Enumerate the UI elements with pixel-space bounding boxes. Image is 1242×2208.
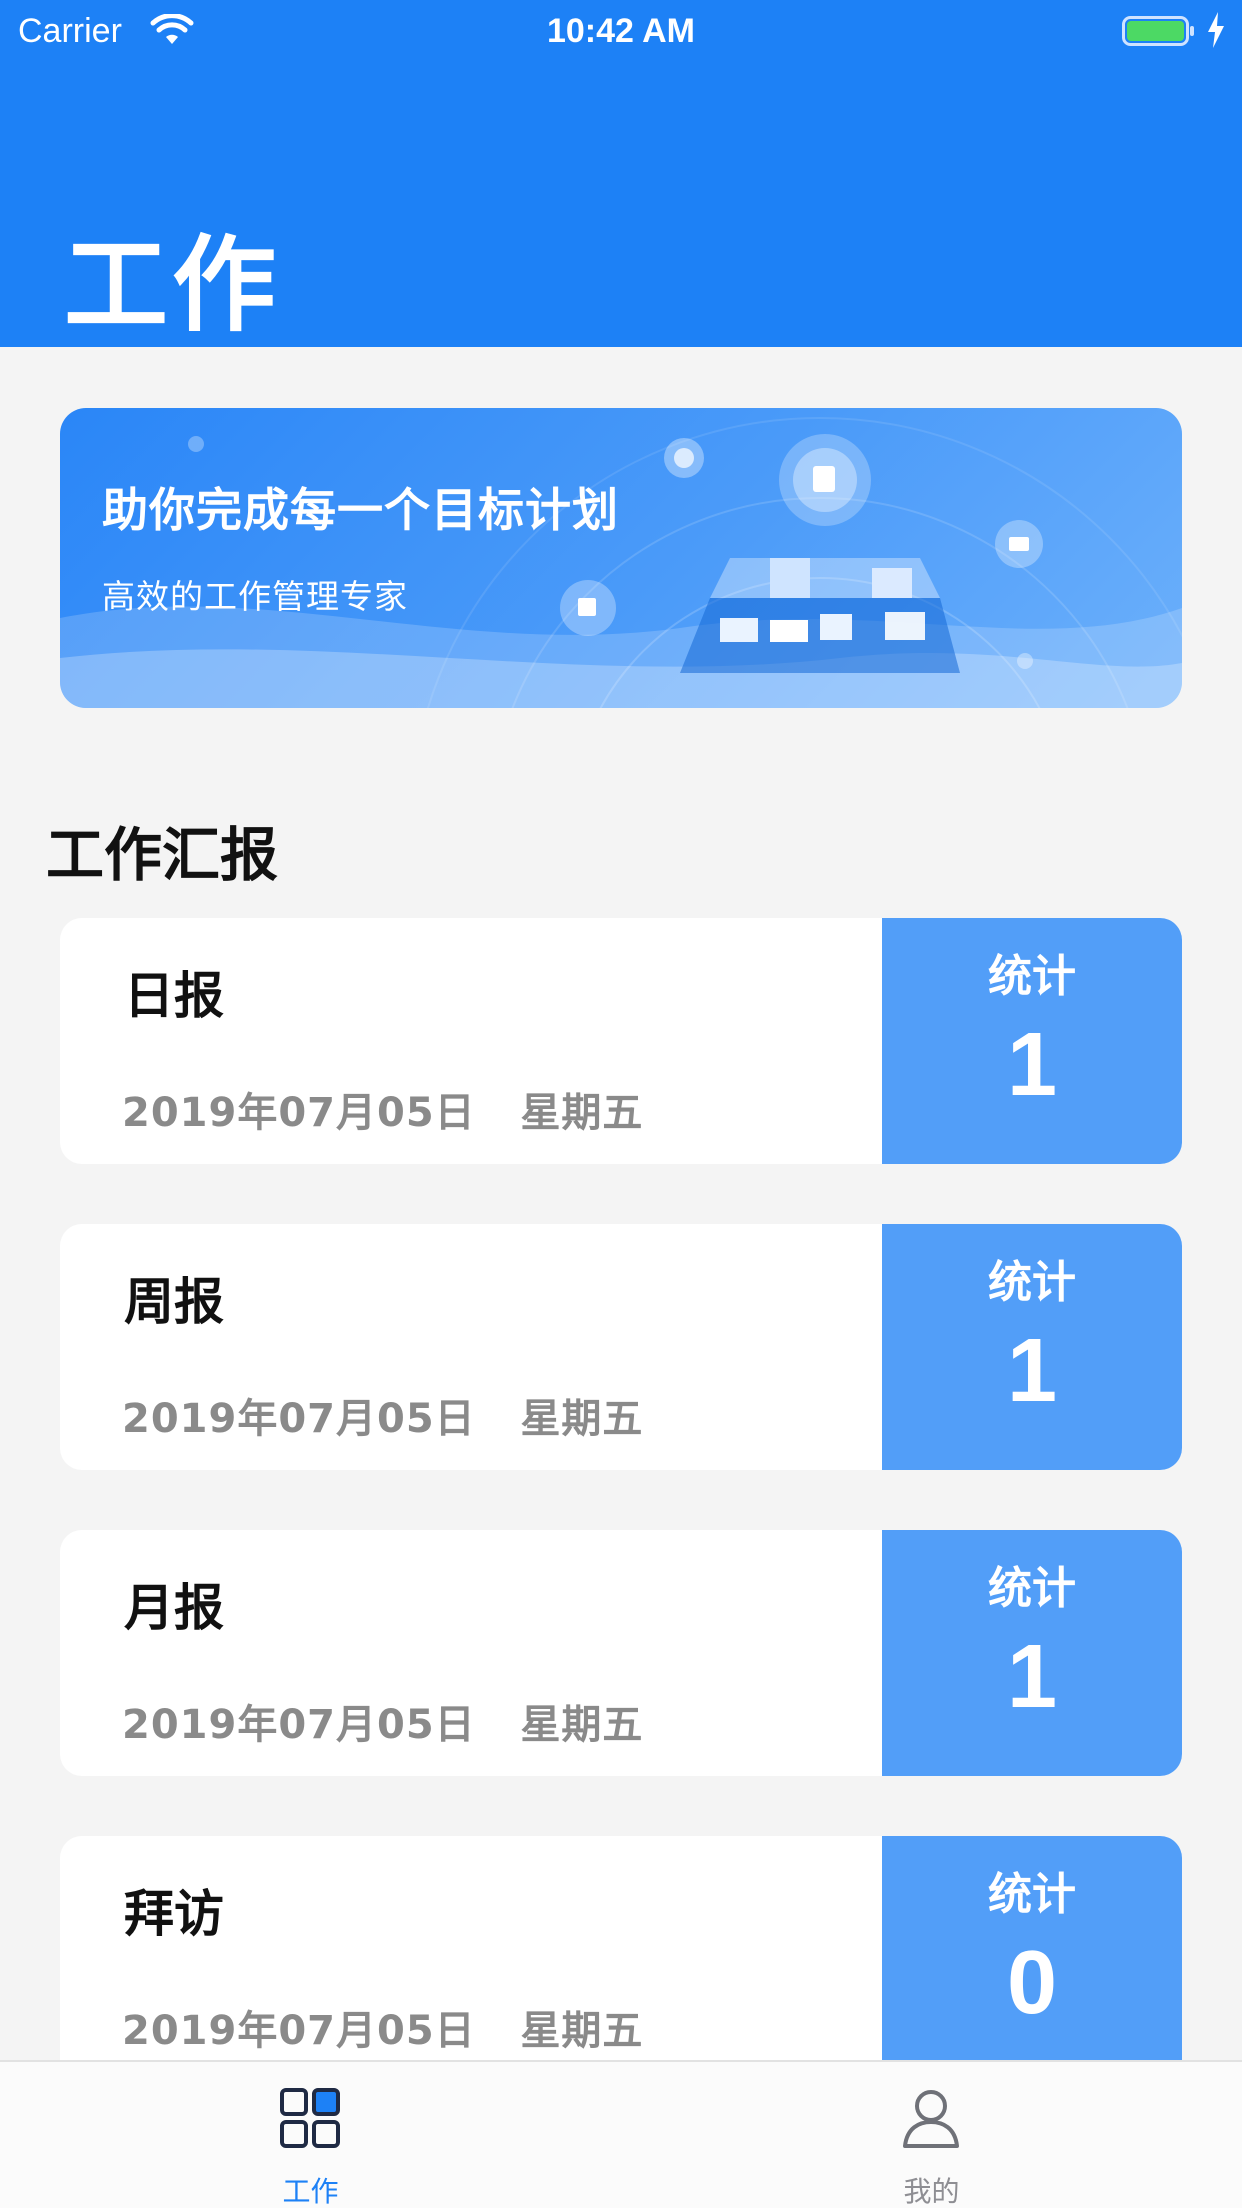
banner-subtitle: 高效的工作管理专家	[102, 577, 408, 616]
stat-value: 1	[1006, 1321, 1058, 1421]
report-name: 月报	[124, 1579, 224, 1637]
battery-icon	[1122, 16, 1194, 46]
section-title: 工作汇报	[46, 821, 279, 889]
report-card-monthly[interactable]: 月报 2019年07月05日 星期五 统计 1	[60, 1530, 1182, 1776]
clock: 10:42 AM	[546, 12, 696, 50]
report-date: 2019年07月05日 星期五	[122, 2008, 644, 2054]
page-title: 工作	[64, 224, 281, 346]
report-name: 拜访	[124, 1885, 224, 1943]
stat-panel[interactable]: 统计 1	[882, 918, 1182, 1164]
report-date: 2019年07月05日 星期五	[122, 1090, 644, 1136]
tab-me[interactable]: 我的	[621, 2062, 1242, 2208]
person-icon	[903, 2090, 959, 2148]
stat-label: 统计	[988, 1869, 1076, 1920]
tab-label: 我的	[903, 2175, 960, 2208]
report-name: 日报	[124, 967, 224, 1025]
report-date: 2019年07月05日 星期五	[122, 1396, 644, 1442]
tab-label: 工作	[282, 2175, 339, 2208]
report-card-weekly[interactable]: 周报 2019年07月05日 星期五 统计 1	[60, 1224, 1182, 1470]
report-name: 周报	[124, 1273, 224, 1331]
report-card-visit[interactable]: 拜访 2019年07月05日 星期五 统计 0	[60, 1836, 1182, 2082]
promo-banner[interactable]: 助你完成每一个目标计划 高效的工作管理专家	[60, 408, 1182, 708]
tab-bar: 工作 我的	[0, 2060, 1242, 2208]
stat-panel[interactable]: 统计 1	[882, 1530, 1182, 1776]
stat-label: 统计	[988, 1257, 1076, 1308]
banner-headline: 助你完成每一个目标计划	[102, 483, 619, 537]
stat-label: 统计	[988, 1563, 1076, 1614]
header: Carrier 10:42 AM 工作	[0, 0, 1242, 347]
report-date: 2019年07月05日 星期五	[122, 1702, 644, 1748]
status-bar: Carrier 10:42 AM	[0, 0, 1242, 62]
stat-panel[interactable]: 统计 1	[882, 1224, 1182, 1470]
stat-value: 1	[1006, 1627, 1058, 1727]
banner-illustration	[60, 417, 1182, 708]
stat-panel[interactable]: 统计 0	[882, 1836, 1182, 2082]
tab-work[interactable]: 工作	[0, 2062, 621, 2208]
report-card-daily[interactable]: 日报 2019年07月05日 星期五 统计 1	[60, 918, 1182, 1164]
stat-value: 1	[1006, 1015, 1058, 1115]
stat-label: 统计	[988, 951, 1076, 1002]
stat-value: 0	[1006, 1933, 1058, 2033]
grid-icon	[280, 2088, 340, 2148]
charging-icon	[1208, 12, 1224, 48]
